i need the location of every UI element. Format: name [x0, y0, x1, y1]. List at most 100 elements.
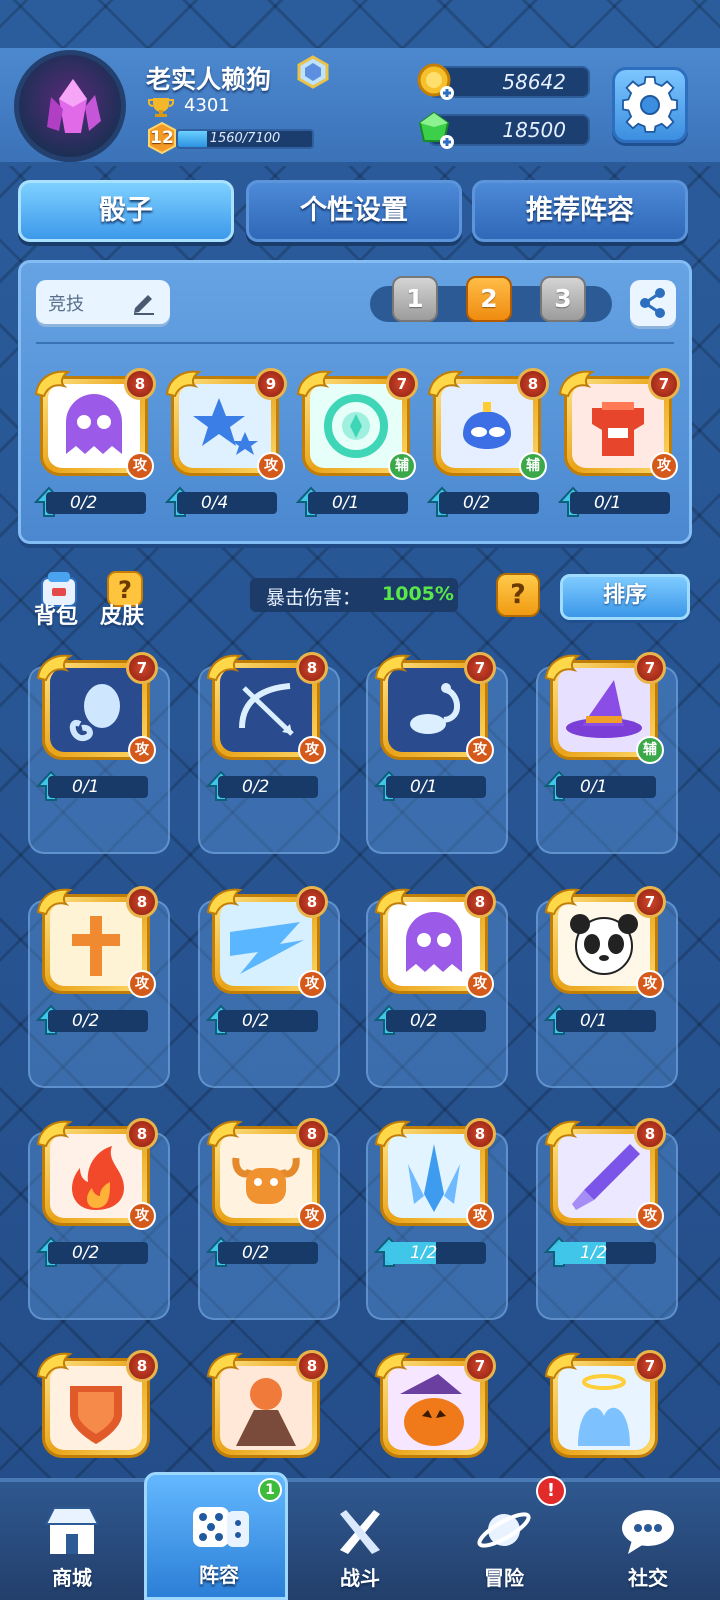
dice-level-badge: 8: [464, 886, 496, 918]
upgrade-progress-bar: 0/1: [386, 776, 486, 798]
upgrade-progress-text: 0/2: [463, 493, 491, 513]
dice-level-badge: 7: [126, 652, 158, 684]
backpack-label[interactable]: 背包: [34, 598, 78, 630]
dice-card[interactable]: 8 攻 0/2: [36, 886, 160, 1046]
upgrade-progress-bar: 0/1: [48, 776, 148, 798]
xp-bar: 1560/7100: [176, 129, 314, 149]
upgrade-progress-bar: 0/1: [556, 1010, 656, 1032]
dice-level-badge: 8: [124, 368, 156, 400]
tab-dice[interactable]: 骰子: [18, 180, 234, 242]
help-button[interactable]: ?: [496, 573, 540, 617]
nav-label: 冒险: [484, 1566, 524, 1590]
deck-slot-1[interactable]: 1: [392, 276, 438, 322]
nav-label: 战斗: [340, 1566, 380, 1590]
dice-role-badge: 攻: [128, 736, 156, 764]
dice-role-badge: 辅: [519, 452, 547, 480]
planet-icon: [477, 1512, 531, 1548]
sort-button[interactable]: 排序: [560, 574, 690, 620]
dice-card[interactable]: 8 攻 0/2: [374, 886, 498, 1046]
dice-role-badge: 攻: [650, 452, 678, 480]
dice-level-badge: 8: [464, 1118, 496, 1150]
upgrade-progress-text: 0/2: [242, 777, 270, 797]
dragon-ornament-icon: [374, 654, 411, 682]
dice-role-badge: 攻: [636, 970, 664, 998]
dragon-ornament-icon: [374, 888, 411, 916]
dice-level-badge: 8: [296, 652, 328, 684]
dice-card[interactable]: 7 攻 0/1: [558, 368, 682, 528]
nav-shop[interactable]: 商城: [0, 1478, 144, 1600]
dice-card[interactable]: 8 辅 0/2: [427, 368, 551, 528]
tab-customization[interactable]: 个性设置: [246, 180, 462, 242]
dice-level-badge: 8: [126, 1118, 158, 1150]
dice-level-badge: 8: [634, 1118, 666, 1150]
upgrade-progress-bar: 1/2: [386, 1242, 486, 1264]
dice-role-badge: 辅: [388, 452, 416, 480]
dice-card[interactable]: 7 辅 0/1: [544, 652, 668, 812]
dice-role-badge: 攻: [298, 736, 326, 764]
dice-card[interactable]: 8 攻 1/2: [544, 1118, 668, 1278]
dice-card[interactable]: 7 攻 0/1: [544, 886, 668, 1046]
upgrade-progress-bar: 0/1: [556, 776, 656, 798]
share-button[interactable]: [630, 280, 676, 326]
green-gem-icon[interactable]: [416, 111, 456, 151]
dice-card[interactable]: 8 攻 0/2: [206, 1118, 330, 1278]
dice-card[interactable]: 9 攻 0/4: [165, 368, 289, 528]
upgrade-progress-text: 0/2: [72, 1011, 100, 1031]
upgrade-progress-text: 0/1: [332, 493, 360, 513]
upgrade-progress-bar: 0/2: [48, 1010, 148, 1032]
dragon-ornament-icon: [374, 1120, 411, 1148]
dice-level-badge: 8: [126, 1350, 158, 1382]
upgrade-progress-text: 0/1: [580, 1011, 608, 1031]
dice-card[interactable]: 7 辅 0/1: [296, 368, 420, 528]
upgrade-progress-text: 0/2: [242, 1243, 270, 1263]
dice-card[interactable]: 7 攻 0/1: [36, 652, 160, 812]
upgrade-progress-bar: 0/2: [218, 1010, 318, 1032]
dice-role-badge: 攻: [466, 1202, 494, 1230]
tab-recommended-lineup[interactable]: 推荐阵容: [472, 180, 688, 242]
dragon-ornament-icon: [427, 370, 464, 398]
dice-card[interactable]: 7 攻 0/1: [374, 652, 498, 812]
upgrade-progress-bar: 0/2: [48, 1242, 148, 1264]
dice-card[interactable]: 8 攻 1/2: [374, 1118, 498, 1278]
settings-button[interactable]: [612, 67, 688, 143]
dragon-ornament-icon: [558, 370, 595, 398]
dice-role-badge: 攻: [298, 970, 326, 998]
gold-coin-icon[interactable]: [416, 62, 456, 102]
dice-level-badge: 8: [296, 1350, 328, 1382]
nav-social[interactable]: 社交: [576, 1478, 720, 1600]
upgrade-progress-text: 1/2: [410, 1243, 438, 1263]
upgrade-progress-text: 0/1: [580, 777, 608, 797]
upgrade-progress-bar: 0/2: [218, 1242, 318, 1264]
dice-card[interactable]: 8 攻 0/2: [36, 1118, 160, 1278]
upgrade-progress-bar: 1/2: [556, 1242, 656, 1264]
adventure-alert-badge: !: [536, 1476, 566, 1506]
dice-role-badge: 攻: [126, 452, 154, 480]
nav-label: 阵容: [199, 1563, 239, 1587]
rank-badge-icon[interactable]: [296, 55, 330, 89]
upgrade-progress-text: 0/2: [70, 493, 98, 513]
dragon-ornament-icon: [544, 888, 581, 916]
upgrade-progress-bar: 0/2: [439, 492, 539, 514]
dice-level-badge: 7: [634, 886, 666, 918]
trophy-icon: [148, 98, 174, 117]
upgrade-progress-bar: 0/2: [218, 776, 318, 798]
dice-card[interactable]: 8 攻 0/2: [34, 368, 158, 528]
deck-slot-3[interactable]: 3: [540, 276, 586, 322]
upgrade-progress-bar: 0/2: [386, 1010, 486, 1032]
nav-battle[interactable]: 战斗: [288, 1478, 432, 1600]
dragon-ornament-icon: [206, 1352, 243, 1380]
dice-level-badge: 8: [517, 368, 549, 400]
dice-level-badge: 9: [255, 368, 287, 400]
edit-icon[interactable]: [130, 288, 158, 316]
dice-card[interactable]: 8 攻 0/2: [206, 886, 330, 1046]
dice-level-badge: 8: [296, 1118, 328, 1150]
skin-label[interactable]: 皮肤: [100, 598, 144, 630]
avatar[interactable]: [14, 50, 126, 162]
dragon-ornament-icon: [544, 654, 581, 682]
upgrade-progress-text: 0/4: [201, 493, 229, 513]
dice-level-badge: 8: [126, 886, 158, 918]
upgrade-progress-text: 0/2: [242, 1011, 270, 1031]
deck-slot-2[interactable]: 2: [466, 276, 512, 322]
dice-card[interactable]: 8 攻 0/2: [206, 652, 330, 812]
dice-role-badge: 攻: [257, 452, 285, 480]
